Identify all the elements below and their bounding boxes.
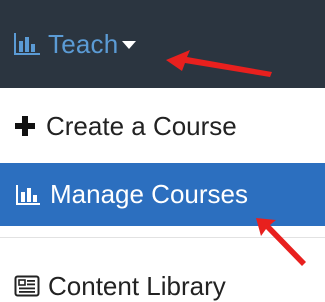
bar-chart-icon: [14, 33, 40, 55]
content-library-icon: [14, 275, 40, 297]
menu-item-create-course[interactable]: Create a Course: [0, 106, 325, 146]
teach-label: Teach: [48, 28, 119, 59]
menu-item-manage-courses[interactable]: Manage Courses: [0, 163, 325, 226]
menu-divider: [0, 237, 325, 238]
menu-item-content-library[interactable]: Content Library: [0, 266, 325, 302]
create-course-label: Create a Course: [46, 110, 237, 141]
caret-down-icon: [122, 41, 137, 49]
top-nav-bar: Teach: [0, 0, 325, 88]
content-library-label: Content Library: [48, 270, 226, 301]
teach-dropdown-toggle[interactable]: Teach: [12, 26, 137, 62]
bar-chart-icon: [16, 184, 40, 205]
screenshot-stage: Teach Create a Course Manage Courses Con…: [0, 0, 325, 302]
manage-courses-label: Manage Courses: [50, 179, 248, 209]
plus-icon: [15, 116, 35, 136]
teach-dropdown-menu: Create a Course Manage Courses Content L…: [0, 88, 325, 302]
